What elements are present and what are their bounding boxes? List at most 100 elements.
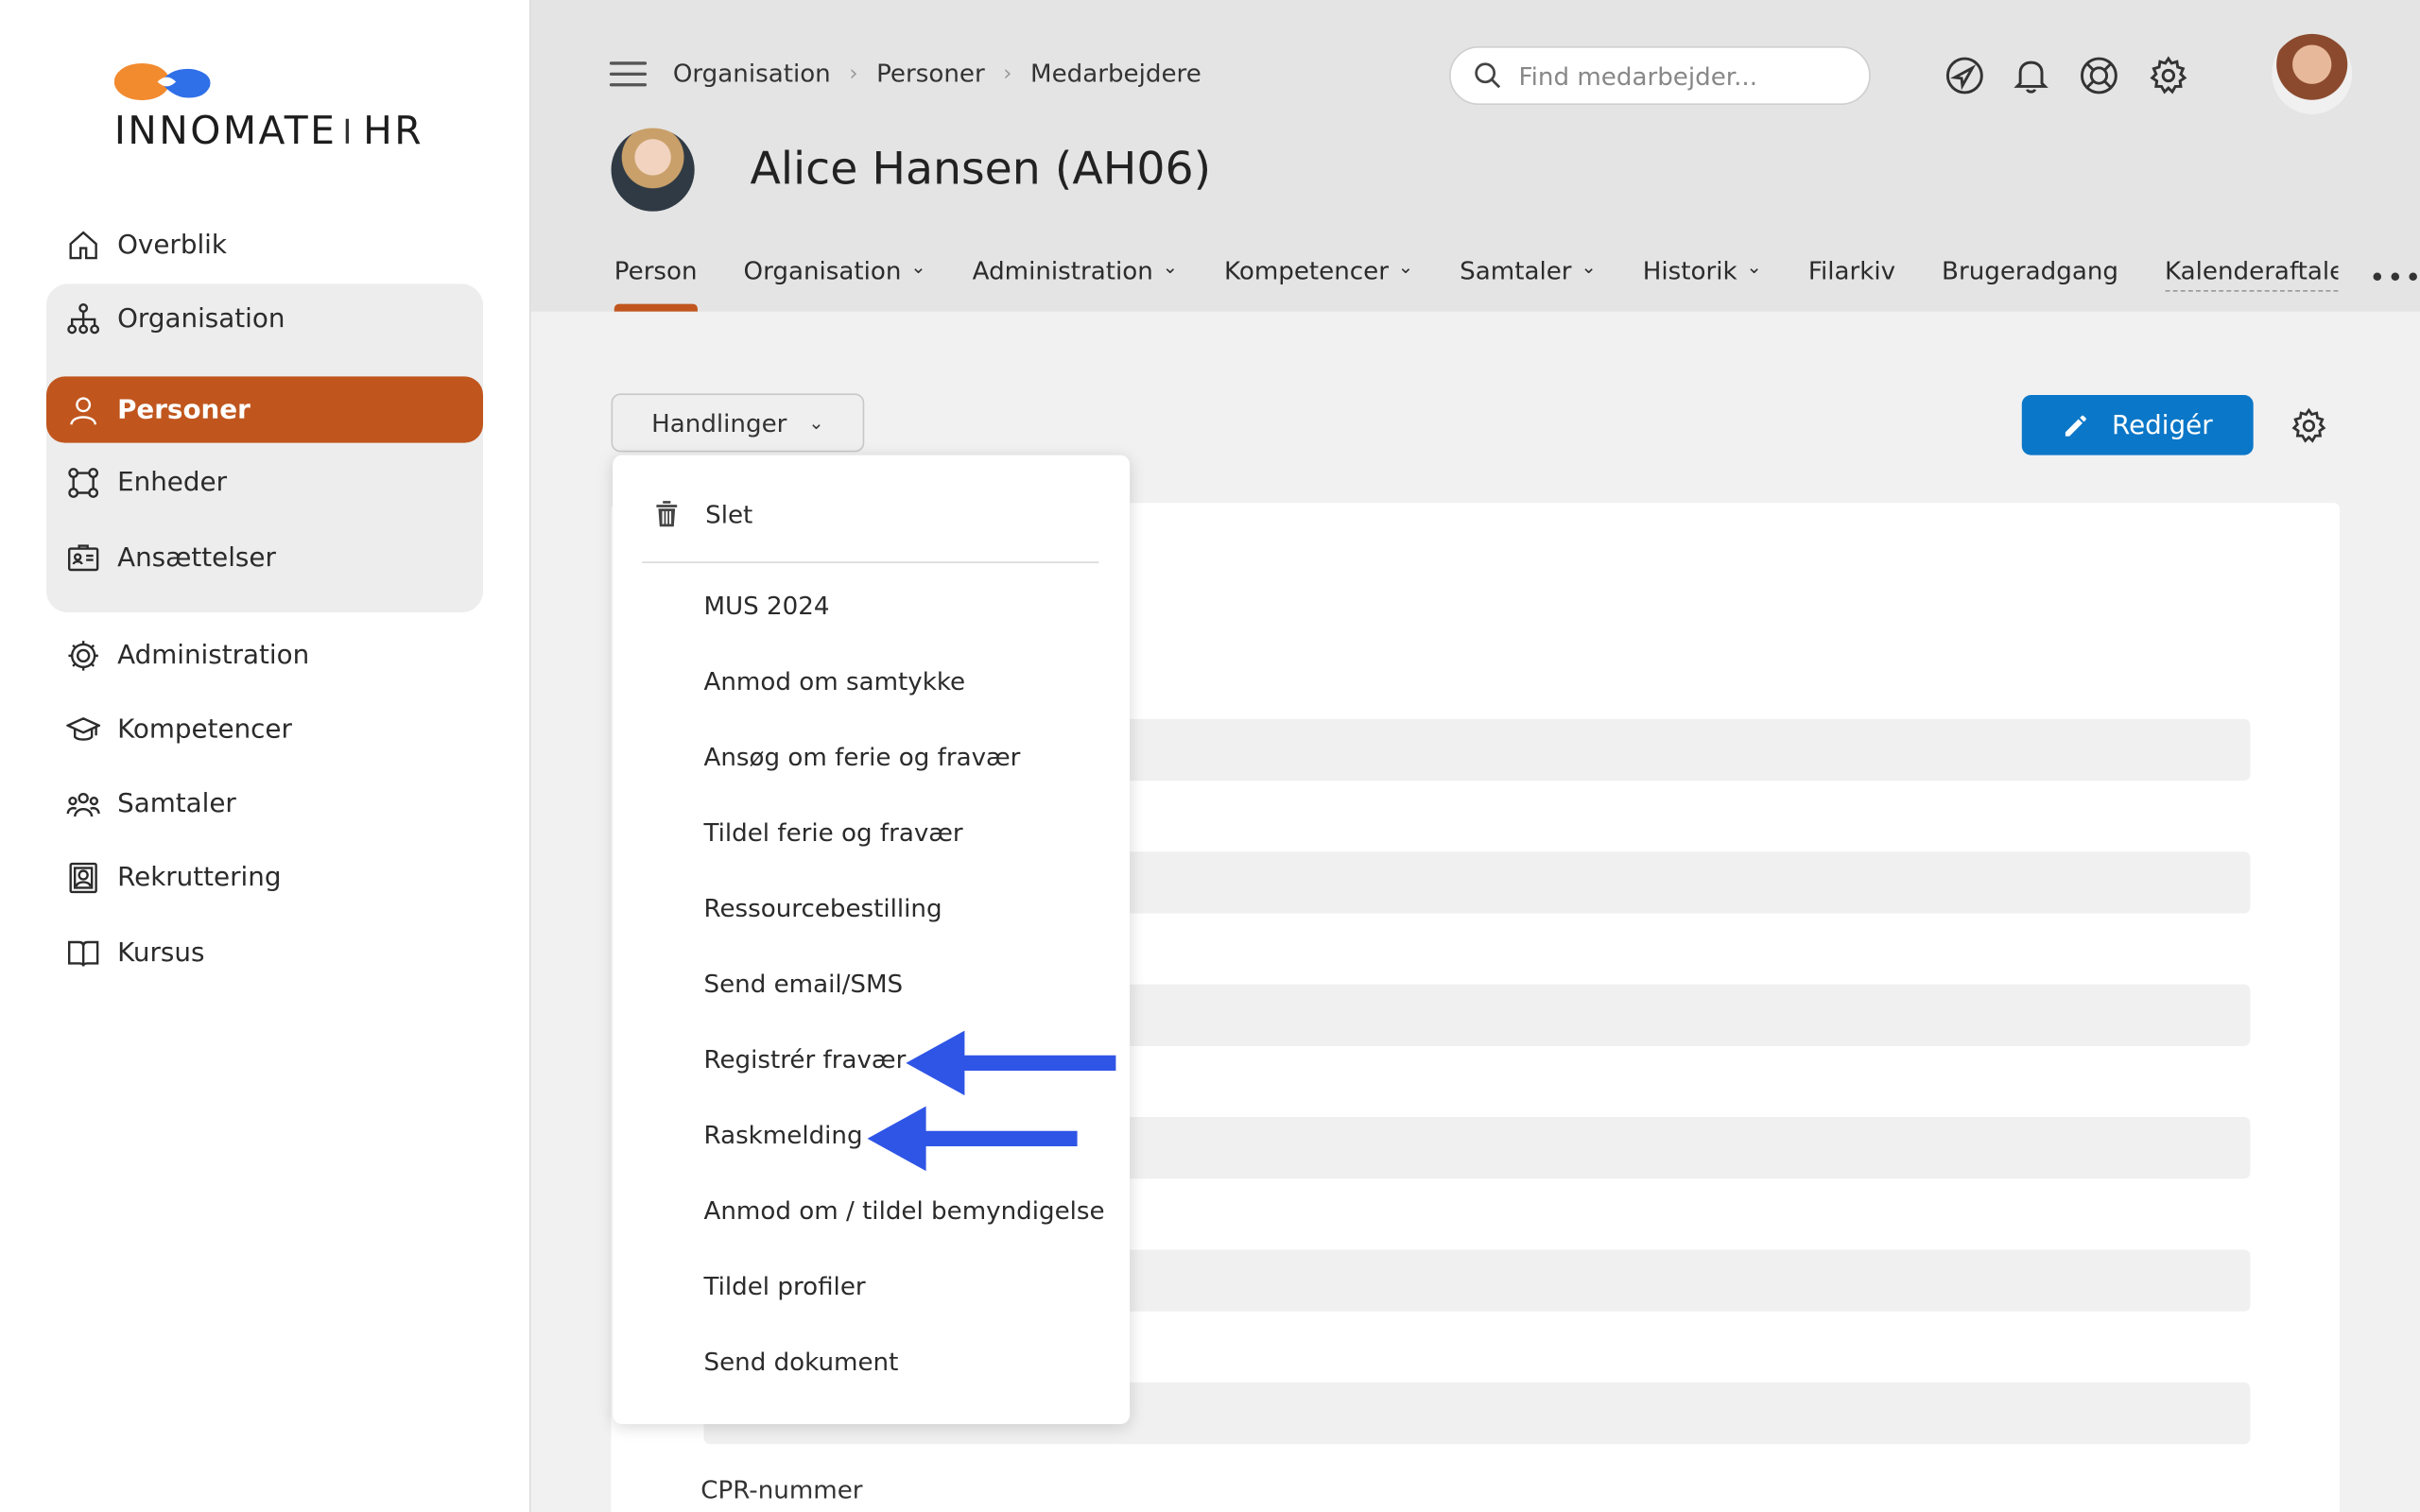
tab-samtaler[interactable]: Samtaler ⌄ xyxy=(1460,256,1597,312)
edit-button[interactable]: Redigér xyxy=(2021,394,2254,455)
tab-filarkiv[interactable]: Filarkiv xyxy=(1808,256,1895,312)
menu-item[interactable]: Anmod om / tildel bemyndigelse xyxy=(703,1195,1104,1225)
logo-mark-icon xyxy=(113,62,211,101)
tab-kompetencer[interactable]: Kompetencer ⌄ xyxy=(1224,256,1413,312)
search-icon xyxy=(1475,62,1501,89)
user-icon xyxy=(65,391,102,428)
tab-kalenderaftaler[interactable]: Kalenderaftaler xyxy=(2164,256,2338,292)
person-tabs: Person Organisation ⌄ Administration ⌄ Kom… xyxy=(614,256,2338,312)
menu-item[interactable]: Tildel profiler xyxy=(703,1271,865,1300)
chevron-down-icon: ⌄ xyxy=(910,256,926,278)
menu-item-registrer-fravaer[interactable]: Registrér fravær xyxy=(703,1044,906,1074)
breadcrumb: Organisation › Personer › Medarbejdere xyxy=(673,59,1201,88)
sidebar-item-overblik[interactable]: Overblik xyxy=(46,212,483,278)
id-card-icon xyxy=(65,540,102,576)
search-input[interactable]: Find medarbejder... xyxy=(1449,45,1871,106)
menu-item[interactable]: Ressourcebestilling xyxy=(703,893,942,922)
menu-item-delete[interactable]: Slet xyxy=(651,498,752,529)
actions-menu: Slet MUS 2024 Anmod om samtykke Ansøg om… xyxy=(613,455,1131,1424)
sidebar-item-administration[interactable]: Administration xyxy=(46,622,483,688)
help-lifebuoy-icon[interactable] xyxy=(2079,56,2118,95)
group-icon xyxy=(65,784,102,821)
tab-organisation[interactable]: Organisation ⌄ xyxy=(744,256,926,312)
menu-item[interactable]: Send dokument xyxy=(703,1347,898,1376)
breadcrumb-item[interactable]: Personer xyxy=(876,59,985,88)
tab-historik[interactable]: Historik ⌄ xyxy=(1643,256,1762,312)
search-placeholder: Find medarbejder... xyxy=(1518,60,1758,91)
network-icon xyxy=(65,464,102,501)
breadcrumb-item[interactable]: Medarbejdere xyxy=(1030,59,1201,88)
tab-label: Brugeradgang xyxy=(1942,256,2118,286)
tab-person[interactable]: Person xyxy=(614,256,698,312)
tab-label: Administration xyxy=(972,256,1153,286)
sidebar: INNOMATE HR Overblik Organisation Persone… xyxy=(0,0,531,1512)
gear-people-icon xyxy=(65,636,102,673)
menu-item[interactable]: Ansøg om ferie og fravær xyxy=(703,742,1020,771)
sidebar-item-label: Organisation xyxy=(117,302,285,335)
chevron-down-icon: ⌄ xyxy=(1162,256,1179,278)
sidebar-item-rekruttering[interactable]: Rekruttering xyxy=(46,844,483,910)
sidebar-item-kompetencer[interactable]: Kompetencer xyxy=(46,696,483,762)
tab-label: Organisation xyxy=(743,256,902,286)
actions-label: Handlinger xyxy=(651,407,787,438)
arrow-left-icon xyxy=(906,1030,1116,1096)
badge-icon xyxy=(65,859,102,896)
tab-brugeradgang[interactable]: Brugeradgang xyxy=(1942,256,2118,312)
menu-item-raskmelding[interactable]: Raskmelding xyxy=(703,1120,862,1149)
menu-item[interactable]: Anmod om samtykke xyxy=(703,666,965,696)
chevron-right-icon: › xyxy=(1003,60,1012,86)
chevron-right-icon: › xyxy=(849,60,858,86)
cpr-label: CPR-nummer xyxy=(700,1474,863,1504)
chevron-down-icon: ⌄ xyxy=(1581,256,1597,278)
sidebar-item-ansaettelser[interactable]: Ansættelser xyxy=(46,524,483,591)
tab-label: Kompetencer xyxy=(1224,256,1389,286)
sidebar-item-label: Kompetencer xyxy=(117,713,292,745)
user-avatar[interactable] xyxy=(2272,33,2353,114)
more-tabs-icon[interactable]: ••• xyxy=(2369,263,2420,295)
bell-icon[interactable] xyxy=(2011,56,2050,95)
org-chart-icon xyxy=(65,301,102,337)
sidebar-item-label: Rekruttering xyxy=(117,861,282,893)
breadcrumb-item[interactable]: Organisation xyxy=(673,59,831,88)
menu-toggle-icon[interactable] xyxy=(609,61,648,89)
sidebar-item-organisation[interactable]: Organisation xyxy=(46,285,483,352)
sidebar-item-label: Kursus xyxy=(117,936,205,969)
brand-name-left: INNOMATE xyxy=(113,108,337,153)
book-icon xyxy=(65,935,102,971)
chevron-down-icon: ⌄ xyxy=(808,411,824,434)
chevron-down-icon: ⌄ xyxy=(1397,256,1414,278)
menu-item[interactable]: Tildel ferie og fravær xyxy=(703,817,962,847)
edit-label: Redigér xyxy=(2112,409,2213,441)
brand-name-right: HR xyxy=(363,108,424,153)
sidebar-item-label: Enheder xyxy=(117,466,228,498)
sidebar-item-label: Samtaler xyxy=(117,787,236,819)
actions-dropdown-button[interactable]: Handlinger ⌄ xyxy=(611,393,865,453)
menu-item[interactable]: Send email/SMS xyxy=(703,969,903,998)
menu-item-label: Slet xyxy=(705,499,753,529)
navigation-icon[interactable] xyxy=(1945,56,1984,95)
sidebar-item-samtaler[interactable]: Samtaler xyxy=(46,770,483,836)
tab-label: Kalenderaftaler xyxy=(2164,256,2338,286)
graduation-cap-icon xyxy=(65,711,102,747)
pencil-icon xyxy=(2066,414,2087,436)
tab-label: Samtaler xyxy=(1460,256,1572,286)
page-header: Organisation › Personer › Medarbejdere F… xyxy=(530,0,2420,312)
menu-item[interactable]: MUS 2024 xyxy=(703,591,829,620)
sidebar-item-personer[interactable]: Personer xyxy=(45,376,484,443)
view-settings-gear-icon[interactable] xyxy=(2290,407,2327,444)
app-logo[interactable]: INNOMATE HR xyxy=(113,56,424,163)
menu-divider xyxy=(642,561,1099,563)
sidebar-item-label: Administration xyxy=(117,639,310,671)
settings-gear-icon[interactable] xyxy=(2149,56,2188,95)
sidebar-item-label: Personer xyxy=(117,394,251,425)
page-title: Alice Hansen (AH06) xyxy=(750,142,1212,195)
arrow-left-icon xyxy=(867,1106,1078,1172)
sidebar-item-kursus[interactable]: Kursus xyxy=(46,919,483,986)
sidebar-item-enheder[interactable]: Enheder xyxy=(46,449,483,515)
sidebar-item-label: Overblik xyxy=(117,229,227,261)
trash-icon xyxy=(656,501,678,527)
chevron-down-icon: ⌄ xyxy=(1746,256,1762,278)
tab-label: Filarkiv xyxy=(1807,256,1896,286)
tab-administration[interactable]: Administration ⌄ xyxy=(973,256,1178,312)
tab-label: Historik xyxy=(1642,256,1737,286)
